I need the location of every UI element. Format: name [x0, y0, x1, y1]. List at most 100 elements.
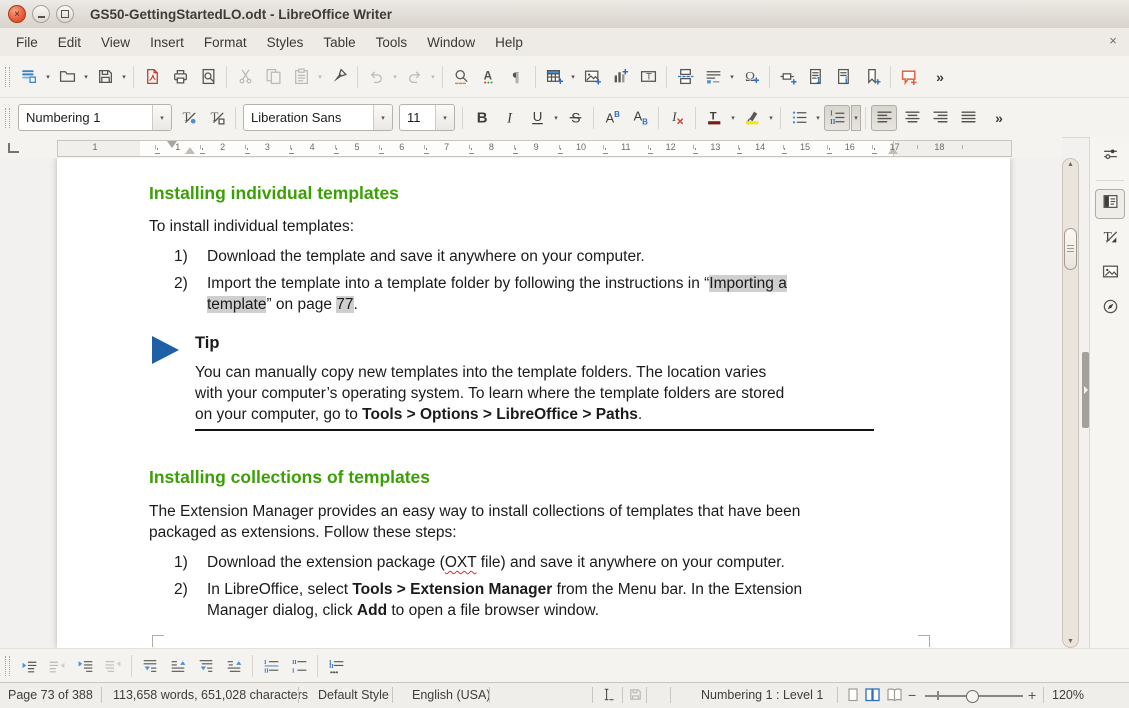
menu-insert[interactable]: Insert	[140, 30, 194, 55]
page-style-status[interactable]: Default Style	[318, 683, 389, 707]
properties-deck-button[interactable]	[1095, 189, 1125, 219]
zoom-slider-knob[interactable]	[966, 690, 979, 703]
menu-table[interactable]: Table	[313, 30, 365, 55]
titlebar[interactable]: × GS50-GettingStartedLO.odt - LibreOffic…	[0, 0, 1129, 29]
list-level-status[interactable]: Numbering 1 : Level 1	[701, 683, 823, 707]
menu-edit[interactable]: Edit	[48, 30, 91, 55]
sidebar-splitter[interactable]	[1082, 158, 1089, 648]
insert-table-dropdown[interactable]: ▾	[568, 64, 578, 90]
scroll-down-arrow-icon[interactable]: ▼	[1060, 638, 1081, 645]
spelling-button[interactable]: A	[476, 64, 502, 90]
highlight-color-button[interactable]	[739, 105, 765, 131]
bold-button[interactable]: B	[468, 105, 494, 131]
zoom-level-status[interactable]: 120%	[1052, 683, 1084, 707]
insert-footnote-button[interactable]: 1	[803, 64, 829, 90]
insert-chart-button[interactable]	[607, 64, 633, 90]
page-number-field[interactable]: 77	[336, 296, 353, 313]
move-up-button[interactable]	[165, 653, 191, 679]
insert-bookmark-button[interactable]	[859, 64, 885, 90]
horizontal-ruler[interactable]: 1123456789101112131415161718	[0, 137, 1062, 158]
insert-page-break-button[interactable]	[672, 64, 698, 90]
insert-special-character-button[interactable]: Ω	[738, 64, 764, 90]
new-document-button[interactable]	[16, 64, 42, 90]
font-name-dropdown[interactable]: ▾	[373, 105, 392, 130]
navigator-deck-button[interactable]	[1095, 294, 1125, 324]
export-pdf-button[interactable]	[139, 64, 165, 90]
font-color-button[interactable]: T	[701, 105, 727, 131]
open-file-dropdown[interactable]: ▾	[81, 64, 91, 90]
bullet-list-dropdown[interactable]: ▾	[813, 105, 823, 131]
document-page[interactable]: Installing individual templates To insta…	[57, 158, 1010, 648]
document-modified-icon[interactable]	[628, 687, 643, 705]
scroll-up-arrow-icon[interactable]: ▲	[1060, 161, 1081, 168]
promote-one-level-button[interactable]	[44, 653, 70, 679]
print-button[interactable]	[167, 64, 193, 90]
new-document-dropdown[interactable]: ▾	[43, 64, 53, 90]
numbered-list-dropdown[interactable]: ▾	[851, 105, 861, 131]
subscript-button[interactable]: AB	[627, 105, 653, 131]
zoom-out-button[interactable]: −	[908, 683, 916, 707]
formatting-marks-button[interactable]: ¶	[504, 64, 530, 90]
underline-dropdown[interactable]: ▾	[551, 105, 561, 131]
paste-button[interactable]	[288, 64, 314, 90]
move-up-with-subpoints-button[interactable]	[221, 653, 247, 679]
restart-numbering-button[interactable]: III	[286, 653, 312, 679]
bullets-and-numbering-dialog-button[interactable]: III	[323, 653, 349, 679]
menu-tools[interactable]: Tools	[366, 30, 418, 55]
redo-button[interactable]	[401, 64, 427, 90]
superscript-button[interactable]: AB	[599, 105, 625, 131]
open-file-button[interactable]	[54, 64, 80, 90]
menu-view[interactable]: View	[91, 30, 140, 55]
menu-format[interactable]: Format	[194, 30, 257, 55]
menu-file[interactable]: File	[6, 30, 48, 55]
strikethrough-button[interactable]: S	[562, 105, 588, 131]
clear-formatting-button[interactable]: I	[664, 105, 690, 131]
word-count-status[interactable]: 113,658 words, 651,028 characters	[113, 683, 308, 707]
new-style-button[interactable]: T	[204, 105, 230, 131]
cut-button[interactable]	[232, 64, 258, 90]
minimize-window-button[interactable]	[32, 5, 50, 23]
format-toolbar-handle[interactable]	[5, 108, 10, 128]
bullets-toolbar-handle[interactable]	[5, 656, 10, 676]
zoom-in-button[interactable]: +	[1028, 683, 1036, 707]
sidebar-settings-button[interactable]	[1095, 142, 1125, 172]
align-right-button[interactable]	[927, 105, 953, 131]
highlight-color-dropdown[interactable]: ▾	[766, 105, 776, 131]
find-and-replace-button[interactable]	[448, 64, 474, 90]
multi-page-view-icon[interactable]	[864, 687, 881, 706]
update-style-button[interactable]: T	[176, 105, 202, 131]
vertical-scrollbar[interactable]: ▲ ▼	[1060, 158, 1081, 648]
document-area[interactable]: Installing individual templates To insta…	[0, 158, 1062, 648]
single-page-view-icon[interactable]	[845, 687, 861, 706]
justify-button[interactable]	[955, 105, 981, 131]
save-dropdown[interactable]: ▾	[119, 64, 129, 90]
paste-dropdown[interactable]: ▾	[315, 64, 325, 90]
insert-image-button[interactable]	[579, 64, 605, 90]
paragraph-style-combobox[interactable]: Numbering 1▾	[18, 104, 172, 131]
italic-button[interactable]: I	[496, 105, 522, 131]
promote-with-subpoints-button[interactable]	[100, 653, 126, 679]
print-preview-button[interactable]	[195, 64, 221, 90]
menu-window[interactable]: Window	[417, 30, 485, 55]
move-down-with-subpoints-button[interactable]	[193, 653, 219, 679]
sidebar-hide-handle[interactable]	[1082, 352, 1089, 428]
insert-unnumbered-entry-button[interactable]: III	[258, 653, 284, 679]
language-status[interactable]: English (USA)	[412, 683, 491, 707]
insert-field-button[interactable]	[700, 64, 726, 90]
clone-formatting-button[interactable]	[326, 64, 352, 90]
gallery-deck-button[interactable]	[1095, 259, 1125, 289]
move-down-button[interactable]	[137, 653, 163, 679]
font-size-dropdown[interactable]: ▾	[435, 105, 454, 130]
page-count-status[interactable]: Page 73 of 388	[8, 683, 93, 707]
copy-button[interactable]	[260, 64, 286, 90]
insert-comment-button[interactable]	[896, 64, 922, 90]
paragraph-style-dropdown[interactable]: ▾	[152, 105, 171, 130]
styles-deck-button[interactable]: T	[1095, 224, 1125, 254]
font-size-combobox[interactable]: 11▾	[399, 104, 455, 131]
main-toolbar-handle[interactable]	[5, 67, 10, 87]
menu-help[interactable]: Help	[485, 30, 533, 55]
tab-stop-type-selector[interactable]	[8, 143, 19, 153]
more-commands-button[interactable]: »	[983, 105, 1015, 131]
numbered-list-button[interactable]: III	[824, 105, 850, 131]
underline-button[interactable]: U	[524, 105, 550, 131]
